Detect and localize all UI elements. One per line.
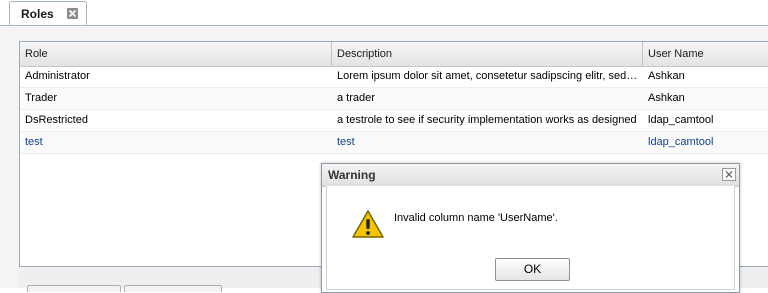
dialog-body: Invalid column name 'UserName'. OK — [326, 186, 735, 290]
dialog-message: Invalid column name 'UserName'. — [394, 212, 558, 224]
tab-strip: Roles — [0, 0, 768, 26]
warning-icon — [351, 209, 385, 242]
cell-role: test — [25, 136, 43, 148]
toolbar-button[interactable] — [124, 285, 222, 292]
cell-description: test — [337, 136, 355, 148]
cell-user-name: ldap_camtool — [648, 114, 714, 126]
tab-roles[interactable]: Roles — [9, 1, 87, 25]
cell-description: Lorem ipsum dolor sit amet, consetetur s… — [337, 70, 640, 82]
table-row[interactable]: Administrator Lorem ipsum dolor sit amet… — [20, 66, 768, 88]
close-tab-icon[interactable] — [67, 8, 78, 19]
column-header-description[interactable]: Description — [332, 42, 643, 66]
toolbar-button[interactable] — [27, 285, 121, 292]
cell-description: a trader — [337, 92, 375, 104]
close-dialog-icon[interactable] — [722, 168, 736, 181]
cell-role: Administrator — [25, 70, 90, 82]
cell-description: a testrole to see if security implementa… — [337, 114, 637, 126]
cell-user-name: Ashkan — [648, 70, 685, 82]
column-header-role[interactable]: Role — [20, 42, 332, 66]
cell-user-name: ldap_camtool — [648, 136, 714, 148]
dialog-title-bar[interactable]: Warning — [322, 164, 739, 187]
warning-dialog: Warning Invalid column name 'UserName'. … — [321, 163, 740, 293]
cell-role: DsRestricted — [25, 114, 88, 126]
cell-role: Trader — [25, 92, 57, 104]
table-row[interactable]: DsRestricted a testrole to see if securi… — [20, 110, 768, 132]
table-row[interactable]: Trader a trader Ashkan — [20, 88, 768, 110]
ok-button[interactable]: OK — [495, 258, 570, 281]
cell-user-name: Ashkan — [648, 92, 685, 104]
table-row[interactable]: test test ldap_camtool — [20, 132, 768, 154]
tab-roles-label: Roles — [21, 7, 54, 21]
column-header-user-name[interactable]: User Name — [643, 42, 768, 66]
dialog-title: Warning — [328, 168, 376, 182]
grid-header: Role Description User Name — [20, 42, 768, 67]
